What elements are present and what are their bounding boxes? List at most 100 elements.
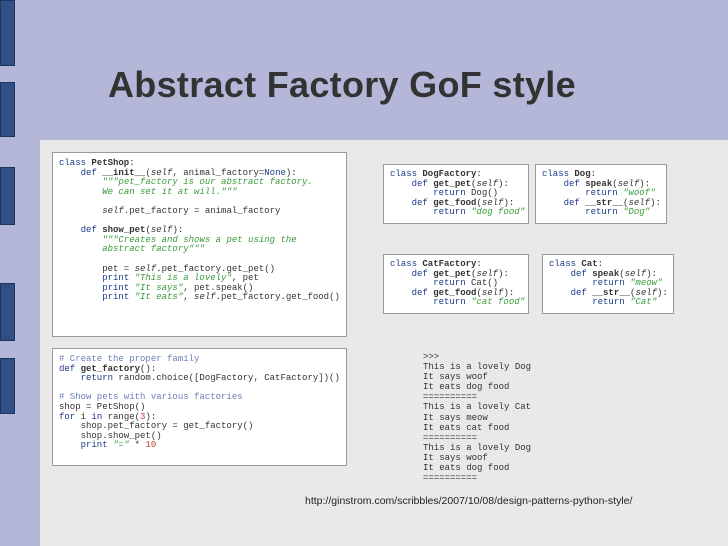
code-token: self [102,205,124,216]
code-token: Cat [581,259,598,269]
code-token: .pet_factory.get_food() [215,292,340,303]
output-line: It says woof [423,372,488,383]
code-token: "=" [113,440,130,451]
code-token: class [542,169,575,179]
code-token: return [433,207,472,218]
code-token: return [585,188,624,199]
code-token: def [570,268,593,279]
code-token: """Creates and shows a pet using the [102,234,297,245]
code-token: def [80,225,103,236]
code-token: self [617,178,640,189]
code-token: : [597,259,604,269]
output-line: This is a lovely Dog [423,362,532,373]
code-line: abstract factory""" [59,245,346,255]
code-token: def [411,178,434,189]
code-token: ): [172,225,184,236]
dogfactory-code-block: class DogFactory: def get_pet(self): ret… [383,164,529,224]
code-line: We can set it at will.""" [59,186,346,198]
output-line: This is a lovely Cat [423,402,532,413]
code-token: shop.show_pet() [59,430,162,441]
code-token: pet = [59,263,135,274]
code-token: print [102,273,135,284]
code-token: return [80,373,119,384]
code-token: self [150,167,173,178]
code-token: def [59,363,81,374]
output-line: It says meow [423,412,488,423]
output-line: It eats cat food [423,422,510,433]
code-token: def [563,178,586,189]
code-token: """pet_factory is our abstract factory. [102,177,313,188]
code-token: We can set it at will.""" [102,186,238,197]
code-token: self [150,225,173,236]
code-token: CatFactory [422,259,477,269]
side-mark-lower-2 [0,283,15,341]
code-token: self [624,268,647,279]
code-token: self [476,178,499,189]
code-token: class [59,158,92,168]
code-token: return [585,207,624,218]
code-token: , pet.speak() [183,282,254,293]
petshop-code-block: class PetShop: def __init__(self, animal… [52,152,347,337]
code-token: def [411,197,434,208]
code-token: def [563,197,586,208]
code-token: self [134,263,157,274]
code-token: "dog food" [471,207,526,218]
code-token: Dog() [471,188,499,199]
code-token: ): [650,197,661,208]
code-token: "Dog" [623,207,651,218]
code-token: class [549,259,582,269]
title-band: Abstract Factory GoF style [0,0,728,137]
code-token: ): [503,287,515,298]
output-line: This is a lovely Dog [423,442,532,453]
code-token: "meow" [630,278,663,289]
code-token: self [635,287,658,298]
code-token: def [411,268,434,279]
dog-code-block: class Dog: def speak(self): return "woof… [535,164,667,224]
code-token: for [59,411,81,422]
code-token: in [91,411,108,422]
code-token: ): [498,268,509,279]
code-line: return "Cat" [549,298,673,308]
code-token: "cat food" [471,297,526,308]
code-token: self [194,292,216,303]
code-token: ): [285,167,297,178]
output-line: >>> [423,352,440,362]
side-mark-lower-1 [0,167,15,225]
code-line: print "It eats", self.pet_factory.get_fo… [59,293,346,303]
code-token: 10 [145,440,157,451]
code-token: ): [639,178,651,189]
code-token: self [481,197,504,208]
catfactory-code-block: class CatFactory: def get_pet(self): ret… [383,254,529,314]
code-token: "Cat" [630,297,658,308]
code-token: return [592,297,631,308]
code-token: def [80,167,103,178]
code-token: Cat() [471,278,499,289]
code-token: __init__ [102,167,146,178]
code-line: return random.choice([DogFactory, CatFac… [59,373,346,384]
code-token: get_food [433,287,477,298]
code-token: "woof" [623,188,656,199]
output-line: ========== [423,473,478,484]
source-url[interactable]: http://ginstrom.com/scribbles/2007/10/08… [305,495,632,507]
code-token: def [570,287,593,298]
code-token: speak [592,268,620,279]
code-token: , pet [231,273,259,284]
main-code-block: # Create the proper family def get_factor… [52,348,347,466]
code-token: shop = PetShop() [59,401,146,412]
code-token: shop.pet_factory = get_factory() [59,421,254,432]
code-token: return [433,188,472,199]
code-token: self [476,268,499,279]
